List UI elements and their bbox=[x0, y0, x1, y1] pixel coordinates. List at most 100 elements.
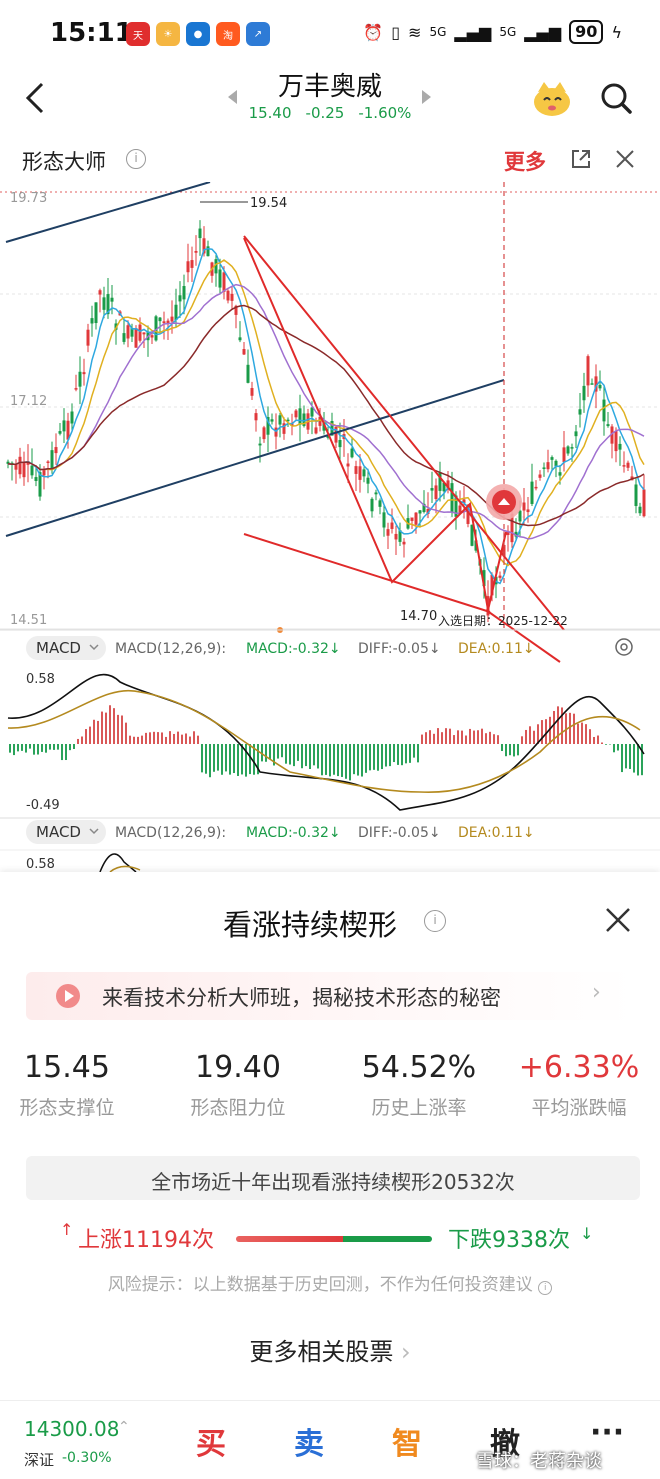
candle-body bbox=[382, 512, 386, 528]
macd-bar bbox=[373, 744, 375, 770]
macd1-indicator: MACD bbox=[36, 639, 81, 657]
more-menu-button[interactable]: ··· bbox=[590, 1415, 624, 1450]
macd-bar bbox=[281, 744, 283, 758]
macd-bar bbox=[13, 744, 15, 756]
chevron-up-icon[interactable]: ⌃ bbox=[118, 1419, 130, 1435]
price-label-top: 19.73 bbox=[10, 191, 47, 206]
macd-bar bbox=[145, 732, 147, 744]
more-button[interactable]: 更多 bbox=[504, 146, 546, 176]
macd-bar bbox=[505, 744, 507, 757]
macd-bar bbox=[337, 744, 339, 777]
close-pattern-icon[interactable] bbox=[614, 148, 636, 170]
candle-body bbox=[170, 316, 174, 322]
macd-bar bbox=[113, 708, 115, 744]
stock-name: 万丰奥威 bbox=[277, 72, 382, 102]
candle-body bbox=[30, 465, 34, 476]
macd-bar bbox=[377, 744, 379, 771]
candle-body bbox=[310, 407, 314, 417]
macd-bar bbox=[617, 744, 619, 751]
macd-bar bbox=[65, 744, 67, 761]
candle-body bbox=[366, 477, 370, 484]
index-value[interactable]: 14300.08 bbox=[24, 1417, 119, 1441]
back-arrow-icon[interactable] bbox=[20, 80, 50, 116]
macd-bar bbox=[89, 726, 91, 744]
down-count: 下跌9338次 bbox=[448, 1228, 570, 1253]
macd-bar bbox=[325, 744, 327, 775]
macd-bar bbox=[317, 744, 319, 769]
macd-bar bbox=[233, 744, 235, 774]
search-icon[interactable] bbox=[598, 80, 634, 116]
info-icon[interactable]: i bbox=[126, 149, 146, 169]
app-icon-weather: ☀ bbox=[156, 22, 180, 46]
macd-bar bbox=[525, 729, 527, 744]
kline-chart[interactable]: 19.73 17.12 14.51 19.54 14.70 入选日期：2025-… bbox=[0, 181, 660, 873]
macd-bar bbox=[217, 744, 219, 771]
next-stock-icon[interactable] bbox=[422, 90, 431, 104]
macd-bar bbox=[561, 707, 563, 744]
candle-body bbox=[498, 575, 502, 578]
macd2-diff-line bbox=[99, 853, 137, 873]
macd-bar bbox=[557, 706, 559, 744]
macd-bar bbox=[613, 744, 615, 753]
close-icon[interactable] bbox=[604, 906, 632, 934]
macd-bar bbox=[385, 744, 387, 767]
status-indicators: ⏰ ▯ ≋ 5G ▂▄▆ 5G ▂▄▆ 90 ϟ bbox=[363, 20, 622, 44]
macd-bar bbox=[605, 744, 607, 745]
app-icon-stock: ↗ bbox=[246, 22, 270, 46]
candle-body bbox=[222, 272, 226, 292]
more-related-stocks[interactable]: 更多相关股票 › bbox=[0, 1332, 660, 1367]
macd-bar bbox=[637, 744, 639, 776]
macd-bar bbox=[57, 744, 59, 750]
candle-body bbox=[394, 533, 398, 540]
macd-bar bbox=[313, 744, 315, 766]
macd-bar bbox=[277, 744, 279, 759]
candle-body bbox=[50, 450, 54, 470]
macd-bar bbox=[433, 733, 435, 744]
smart-button[interactable]: 智 bbox=[392, 1419, 422, 1463]
risk-info-icon[interactable]: i bbox=[538, 1281, 553, 1295]
candle-body bbox=[434, 485, 438, 500]
pattern-info-icon[interactable]: i bbox=[424, 910, 446, 932]
promo-banner[interactable]: 来看技术分析大师班，揭秘技术形态的秘密 › bbox=[26, 972, 634, 1020]
macd-bar bbox=[529, 726, 531, 744]
macd1-dea-value: DEA:0.11↓ bbox=[458, 641, 535, 657]
macd-bar bbox=[621, 744, 623, 773]
candle-body bbox=[582, 385, 586, 401]
macd-bar bbox=[73, 744, 75, 749]
pattern-master-title: 形态大师 bbox=[22, 150, 106, 174]
macd-bar bbox=[181, 734, 183, 744]
macd1-diff-value: DIFF:-0.05↓ bbox=[358, 641, 441, 657]
macd-bar bbox=[489, 731, 491, 744]
play-icon bbox=[56, 984, 80, 1008]
sell-button[interactable]: 卖 bbox=[294, 1419, 324, 1463]
macd-bar bbox=[249, 744, 251, 775]
kline-chart-area[interactable]: 19.73 17.12 14.51 19.54 14.70 入选日期：2025-… bbox=[0, 181, 660, 873]
candle-body bbox=[102, 297, 106, 310]
buy-button[interactable]: 买 bbox=[196, 1419, 226, 1463]
wedge-lower-line bbox=[243, 533, 491, 613]
candle-body bbox=[526, 509, 530, 513]
macd-bar bbox=[469, 728, 471, 744]
macd-bar bbox=[297, 744, 299, 761]
macd-bar bbox=[141, 735, 143, 744]
macd1-params: MACD(12,26,9): bbox=[115, 641, 226, 657]
candle-body bbox=[250, 388, 254, 396]
candle-body bbox=[350, 448, 354, 458]
macd2-dea-value: DEA:0.11↓ bbox=[458, 825, 535, 841]
mascot-icon[interactable] bbox=[530, 78, 574, 118]
candle-body bbox=[78, 371, 82, 387]
settings-gear-icon[interactable] bbox=[615, 638, 633, 656]
macd-bar bbox=[521, 736, 523, 744]
macd-bar bbox=[53, 744, 55, 750]
macd-bar bbox=[353, 744, 355, 775]
candle-body bbox=[386, 529, 390, 536]
app-icon-taobao: 淘 bbox=[216, 22, 240, 46]
promo-text: 来看技术分析大师班，揭秘技术形态的秘密 bbox=[102, 986, 501, 1010]
macd-bar bbox=[625, 744, 627, 769]
candle-body bbox=[246, 364, 250, 383]
external-link-icon[interactable] bbox=[570, 148, 592, 170]
macd2-max-label: 0.58 bbox=[26, 857, 55, 872]
macd2-indicator: MACD bbox=[36, 823, 81, 841]
pattern-title: 看涨持续楔形 bbox=[222, 908, 397, 942]
macd-bar bbox=[149, 732, 151, 744]
